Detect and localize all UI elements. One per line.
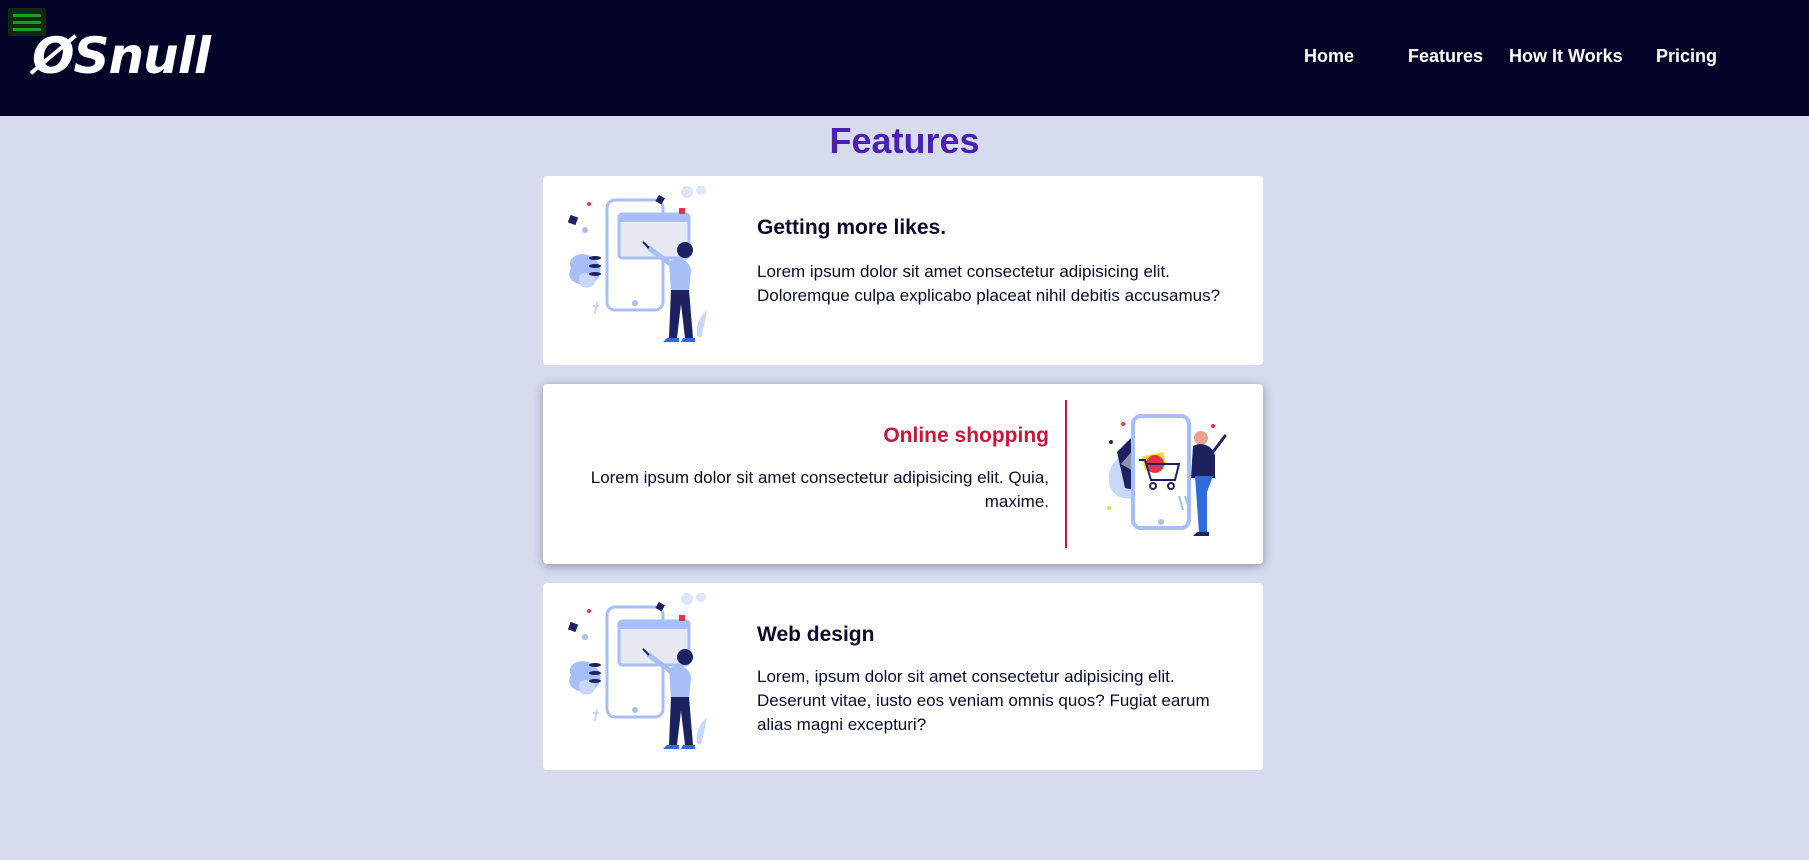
card-text: Lorem ipsum dolor sit amet consectetur a… [757,262,1221,305]
nav-home-link[interactable]: Home [1304,44,1354,68]
person-with-phone-illustration [567,186,707,342]
feature-card-web-design: Web design Lorem, ipsum dolor sit amet c… [543,583,1263,770]
accent-divider [1065,400,1067,548]
nav-how-it-works-link[interactable]: How It Works [1509,44,1623,68]
nav-features-link[interactable]: Features [1408,44,1483,68]
shopping-cart-phone-illustration [1107,414,1227,536]
card-text: Lorem ipsum dolor sit amet consectetur a… [590,468,1049,511]
card-title: Web design [757,623,875,646]
navbar: ØSnull Home Features How It Works Pricin… [0,0,1809,116]
feature-card-likes: Getting more likes. Lorem ipsum dolor si… [543,176,1263,365]
nav-links: Home Features How It Works Pricing [0,44,1809,68]
card-text: Lorem, ipsum dolor sit amet consectetur … [757,667,1210,734]
page-title: Features [829,120,980,161]
card-title: Getting more likes. [757,216,947,239]
card-title: Online shopping [883,424,1049,447]
feature-card-shopping: Online shopping Lorem ipsum dolor sit am… [543,384,1263,564]
nav-pricing-link[interactable]: Pricing [1656,44,1717,68]
person-with-phone-illustration [567,593,707,749]
